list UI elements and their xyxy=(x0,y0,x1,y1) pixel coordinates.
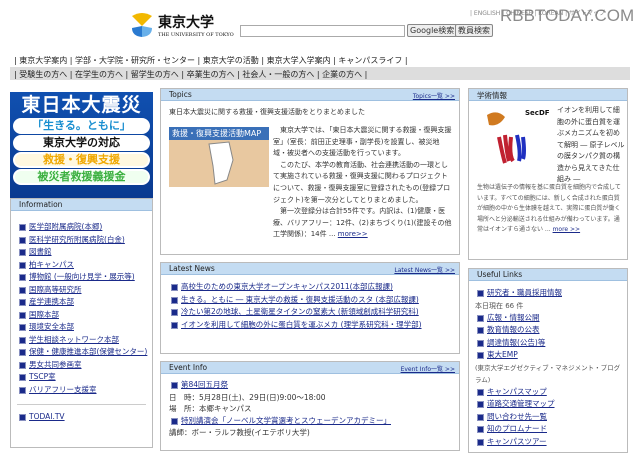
list-item[interactable]: 博物館 (一般向け見学・展示等) xyxy=(17,271,148,284)
useful-link[interactable]: 問い合わせ先一覧 xyxy=(475,411,623,424)
event-title[interactable]: 第84回五月祭 xyxy=(169,379,453,392)
search-input[interactable] xyxy=(240,25,405,37)
japan-map-icon xyxy=(208,141,234,185)
logo-title: 東京大学 xyxy=(158,15,214,31)
topics-panel: Topics Topics一覧 >> 東日本大震災に関する救援・復興支援活動をとり… xyxy=(160,88,460,255)
event-info-header: Event Info Event Info一覧 >> xyxy=(161,362,459,374)
event-info-more-link[interactable]: Event Info一覧 >> xyxy=(401,364,455,373)
topics-more-link[interactable]: Topics一覧 >> xyxy=(413,91,455,100)
research-body: 生物は遺伝子の情報を基に蛋白質を細胞内で合成しています。すべての細胞には、新しく… xyxy=(477,184,621,233)
main-nav[interactable]: | 東京大学案内 | 学部・大学院・研究所・センター | 東京大学の活動 | 東… xyxy=(14,55,408,66)
banner-title: 東日本大震災 xyxy=(21,94,142,116)
event-detail: 場 所：本郷キャンパス xyxy=(169,404,252,413)
list-item[interactable]: 医学部附属病院(本郷) xyxy=(17,221,148,234)
useful-link[interactable]: キャンパスツアー xyxy=(475,436,623,449)
useful-link[interactable]: 広報・情報公開 xyxy=(475,312,623,325)
divider xyxy=(17,404,146,405)
useful-link[interactable]: 調達情報(公告)等 xyxy=(475,337,623,350)
list-item[interactable]: 男女共同参画室 xyxy=(17,359,148,372)
useful-link[interactable]: キャンパスマップ xyxy=(475,386,623,399)
panel-title: Event Info xyxy=(169,363,208,372)
list-item[interactable]: 産学連携本部 xyxy=(17,296,148,309)
useful-links-panel: Useful Links 研究者・職員採用情報 本日現在 66 件 広報・情報公… xyxy=(468,268,628,453)
panel-title: Topics xyxy=(169,90,192,99)
information-header: Information xyxy=(11,199,152,211)
event-title[interactable]: 特別講演会「ノーベル文学賞選考とスウェーデンアカデミー」 xyxy=(169,415,453,428)
link-note: (東京大学エグゼクティブ・マネジメント・プログラム) xyxy=(475,363,621,384)
staff-search-button[interactable]: 教員検索 xyxy=(455,24,493,37)
google-search-button[interactable]: Google検索 xyxy=(407,24,458,37)
banner-link-live-together[interactable]: 「生きる。ともに」 xyxy=(13,118,150,134)
research-summary[interactable]: イオンを利用して細胞の外に蛋白質を運ぶメカニズムを初めて解明 ― 原子レベルの膜… xyxy=(557,105,625,186)
research-panel: 学術情報 SecDF イオンを利用して細胞の外に蛋白質を運ぶメカニズムを初めて解… xyxy=(468,88,628,260)
todai-tv-link[interactable]: TODAI.TV xyxy=(17,411,148,424)
university-logo[interactable]: 東京大学 THE UNIVERSITY OF TOKYO xyxy=(130,12,240,40)
banner-link-donation[interactable]: 被災者救援義援金 xyxy=(13,169,150,185)
list-item[interactable]: 柏キャンパス xyxy=(17,259,148,272)
event-detail: 講師：ボー・ラルフ教授(イエテボリ大学) xyxy=(169,428,310,437)
latest-news-panel: Latest News Latest News一覧 >> 高校生のための東京大学オ… xyxy=(160,262,460,354)
list-item[interactable]: バリアフリー支援室 xyxy=(17,384,148,397)
watermark: RBBTODAY.COM xyxy=(500,6,635,25)
list-item[interactable]: 図書館 xyxy=(17,246,148,259)
list-item[interactable]: 国際高等研究所 xyxy=(17,284,148,297)
list-item[interactable]: TSCP室 xyxy=(17,371,148,384)
latest-news-header: Latest News Latest News一覧 >> xyxy=(161,263,459,275)
panel-title: Useful Links xyxy=(477,270,523,279)
banner-link-support[interactable]: 救援・復興支援 xyxy=(13,152,150,168)
image-caption: 救援・復興支援活動MAP xyxy=(169,127,269,140)
list-item[interactable]: 学生相談ネットワーク本部 xyxy=(17,334,148,347)
research-more-link[interactable]: more >> xyxy=(553,226,581,233)
news-item[interactable]: 高校生のための東京大学オープンキャンパス2011(本部広報課) xyxy=(169,281,453,294)
panel-title: Information xyxy=(19,200,63,209)
useful-link[interactable]: 教育情報の公表 xyxy=(475,324,623,337)
useful-links-header: Useful Links xyxy=(469,269,627,281)
figure-label: SecDF xyxy=(525,109,550,117)
list-item[interactable]: 医科学研究所附属病院(白金) xyxy=(17,234,148,247)
topics-body: 東京大学では、「東日本大震災に関する救援・復興支援室」(室長：前田正史理事・副学… xyxy=(273,126,452,239)
link-note: 本日現在 66 件 xyxy=(475,301,524,310)
information-panel: Information 医学部附属病院(本郷) 医科学研究所附属病院(白金) 図… xyxy=(10,198,153,448)
support-map-image[interactable]: 救援・復興支援活動MAP xyxy=(169,127,269,187)
list-item[interactable]: 環境安全本部 xyxy=(17,321,148,334)
research-header: 学術情報 xyxy=(469,89,627,101)
banner-link-response[interactable]: 東京大学の対応 xyxy=(13,135,150,151)
list-item[interactable]: 国際本部 xyxy=(17,309,148,322)
useful-link[interactable]: 研究者・職員採用情報 xyxy=(475,287,623,300)
list-item[interactable]: 保健・健康推進本部(保健センター) xyxy=(17,346,148,359)
earthquake-banner[interactable]: 東日本大震災 「生きる。ともに」 東京大学の対応 救援・復興支援 被災者救援義援… xyxy=(10,92,153,198)
panel-title: Latest News xyxy=(169,264,215,273)
latest-news-more-link[interactable]: Latest News一覧 >> xyxy=(394,265,455,274)
event-info-panel: Event Info Event Info一覧 >> 第84回五月祭 日 時：5月… xyxy=(160,361,460,451)
ginkgo-logo-icon xyxy=(132,13,152,37)
event-detail: 日 時：5月28日(土)、29日(日)9:00～18:00 xyxy=(169,392,326,402)
news-item[interactable]: イオンを利用して細胞の外に蛋白質を運ぶメカ (理学系研究科・理学部) xyxy=(169,319,453,332)
topics-header: Topics Topics一覧 >> xyxy=(161,89,459,101)
useful-link[interactable]: 道路交通管理マップ xyxy=(475,398,623,411)
audience-nav[interactable]: | 受験生の方へ | 在学生の方へ | 留学生の方へ | 卒業生の方へ | 社会… xyxy=(10,67,630,80)
topics-read-more[interactable]: more>> xyxy=(338,230,368,238)
logo-subtitle: THE UNIVERSITY OF TOKYO xyxy=(158,32,234,38)
information-list: 医学部附属病院(本郷) 医科学研究所附属病院(白金) 図書館 柏キャンパス 博物… xyxy=(11,211,152,396)
panel-title: 学術情報 xyxy=(477,91,507,100)
news-item[interactable]: 生きる。ともに ― 東京大学の救援・復興支援活動のスタ (本部広報課) xyxy=(169,294,453,307)
topics-headline[interactable]: 東日本大震災に関する救援・復興支援活動をとりまとめました xyxy=(161,101,459,117)
news-item[interactable]: 冷たい第2の地球、土星衛星タイタンの窒素大 (新領域創成科学研究科) xyxy=(169,306,453,319)
useful-link[interactable]: 知のプロムナード xyxy=(475,423,623,436)
useful-link[interactable]: 東大EMP xyxy=(475,349,623,362)
